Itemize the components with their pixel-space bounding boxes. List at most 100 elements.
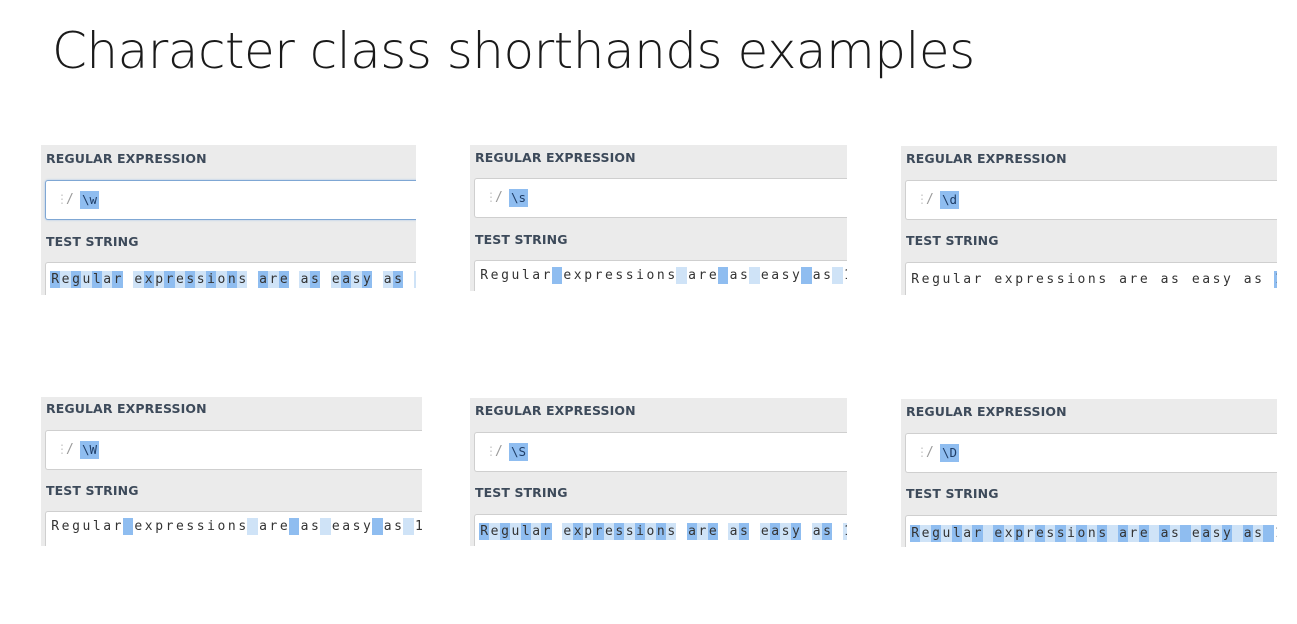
delimiter-slash: / <box>66 442 74 457</box>
test-char <box>289 271 299 288</box>
regex-pattern[interactable]: \d <box>940 191 960 209</box>
test-char: u <box>511 268 520 283</box>
test-char: a <box>1202 272 1211 287</box>
test-char: g <box>932 272 940 287</box>
test-char: e <box>134 519 143 534</box>
test-string-input[interactable]: Regular expressions are as easy as 123! <box>474 514 847 546</box>
test-char: r <box>594 268 603 283</box>
test-char <box>1263 525 1274 542</box>
test-char: r <box>1128 525 1139 542</box>
test-char <box>403 271 413 288</box>
test-char: a <box>300 519 309 534</box>
test-string-input[interactable]: Regular expressions are as easy as 123! <box>474 260 847 291</box>
test-string-input[interactable]: Regular expressions are as easy as 123! <box>905 262 1277 295</box>
test-char: i <box>207 519 215 534</box>
test-char: a <box>729 268 738 283</box>
test-char: e <box>330 271 341 288</box>
test-char: a <box>1160 272 1169 287</box>
test-char <box>551 267 563 284</box>
test-string-label: TEST STRING <box>475 232 568 247</box>
test-string-input[interactable]: Regular expressions are as easy as 123! <box>905 515 1277 547</box>
test-string-text: Regular expressions are as easy as 123! <box>479 267 847 284</box>
test-string-input[interactable]: Regular expressions are as easy as 123! <box>45 262 416 295</box>
test-char <box>676 267 687 284</box>
test-char <box>247 518 258 535</box>
test-char: e <box>1191 272 1200 287</box>
test-char: s <box>185 271 196 288</box>
regex-panel-nondigit: REGULAR EXPRESSION ⋮ / \D TEST STRING Re… <box>901 399 1277 547</box>
test-char: e <box>61 519 70 534</box>
regex-pattern[interactable]: \S <box>509 443 529 461</box>
test-char: x <box>144 519 153 534</box>
test-char <box>372 271 382 288</box>
test-char <box>717 267 729 284</box>
test-char: s <box>392 271 404 288</box>
test-char: n <box>656 268 665 283</box>
test-string-label: TEST STRING <box>475 485 568 500</box>
test-char: s <box>625 268 634 283</box>
test-char: e <box>993 525 1004 542</box>
test-char: e <box>921 272 930 287</box>
regex-input[interactable]: ⋮ / \d <box>905 180 1277 220</box>
test-char: r <box>542 268 551 283</box>
test-string-label: TEST STRING <box>46 234 139 249</box>
test-char: o <box>217 519 226 534</box>
regex-input[interactable]: ⋮ / \w <box>45 180 416 220</box>
test-char: e <box>1190 525 1201 542</box>
test-char: s <box>666 523 677 540</box>
test-char: 1 <box>1274 525 1277 542</box>
test-char <box>372 518 383 535</box>
regex-pattern[interactable]: \w <box>80 191 100 209</box>
test-char: a <box>299 271 310 288</box>
test-char: s <box>237 271 248 288</box>
test-string-text: Regular expressions are as easy as 123! <box>479 523 847 540</box>
regex-pattern[interactable]: \D <box>940 444 960 462</box>
regex-input[interactable]: ⋮ / \D <box>905 433 1277 473</box>
regex-input[interactable]: ⋮ / \S <box>474 432 847 472</box>
delimiter-slash: / <box>66 192 74 207</box>
test-char: s <box>1211 525 1222 542</box>
regex-input[interactable]: ⋮ / \W <box>45 430 422 470</box>
test-char: x <box>1003 525 1014 542</box>
test-char: s <box>1098 272 1107 287</box>
test-char <box>1232 525 1243 542</box>
test-string-text: Regular expressions are as easy as 123! <box>50 271 416 288</box>
test-char <box>801 267 812 284</box>
test-char: s <box>394 519 402 534</box>
test-char: e <box>562 523 573 540</box>
test-char: r <box>697 523 708 540</box>
test-char: p <box>153 271 165 288</box>
test-char: r <box>1025 272 1034 287</box>
test-char: l <box>951 525 962 542</box>
test-char: l <box>521 268 530 283</box>
test-char: s <box>614 523 625 540</box>
test-char <box>749 523 759 540</box>
test-char: e <box>603 523 615 540</box>
test-char: x <box>1004 272 1013 287</box>
test-char: o <box>1076 525 1087 542</box>
test-char: o <box>646 268 655 283</box>
test-char: a <box>1117 525 1129 542</box>
test-char: e <box>760 268 769 283</box>
test-char: a <box>383 519 392 534</box>
test-char: r <box>268 271 279 288</box>
regex-pattern[interactable]: \W <box>80 441 100 459</box>
test-char: r <box>541 523 552 540</box>
test-string-text: Regular expressions are as easy as 123! <box>50 518 422 535</box>
test-char: a <box>257 271 269 288</box>
test-char: y <box>790 523 802 540</box>
regex-input[interactable]: ⋮ / \s <box>474 178 847 218</box>
test-char: s <box>309 271 321 288</box>
test-char: s <box>351 271 362 288</box>
test-char: a <box>1242 525 1253 542</box>
test-char: a <box>101 271 113 288</box>
test-string-input[interactable]: Regular expressions are as easy as 123! <box>45 511 422 546</box>
slide-title: Character class shorthands examples <box>52 22 975 80</box>
regex-pattern[interactable]: \s <box>509 189 529 207</box>
test-char: r <box>112 271 123 288</box>
test-string-text: Regular expressions are as easy as 123! <box>910 525 1277 542</box>
test-char: a <box>342 519 351 534</box>
test-char: R <box>480 268 489 283</box>
regular-expression-label: REGULAR EXPRESSION <box>906 151 1067 166</box>
delimiter-slash: / <box>926 445 934 460</box>
